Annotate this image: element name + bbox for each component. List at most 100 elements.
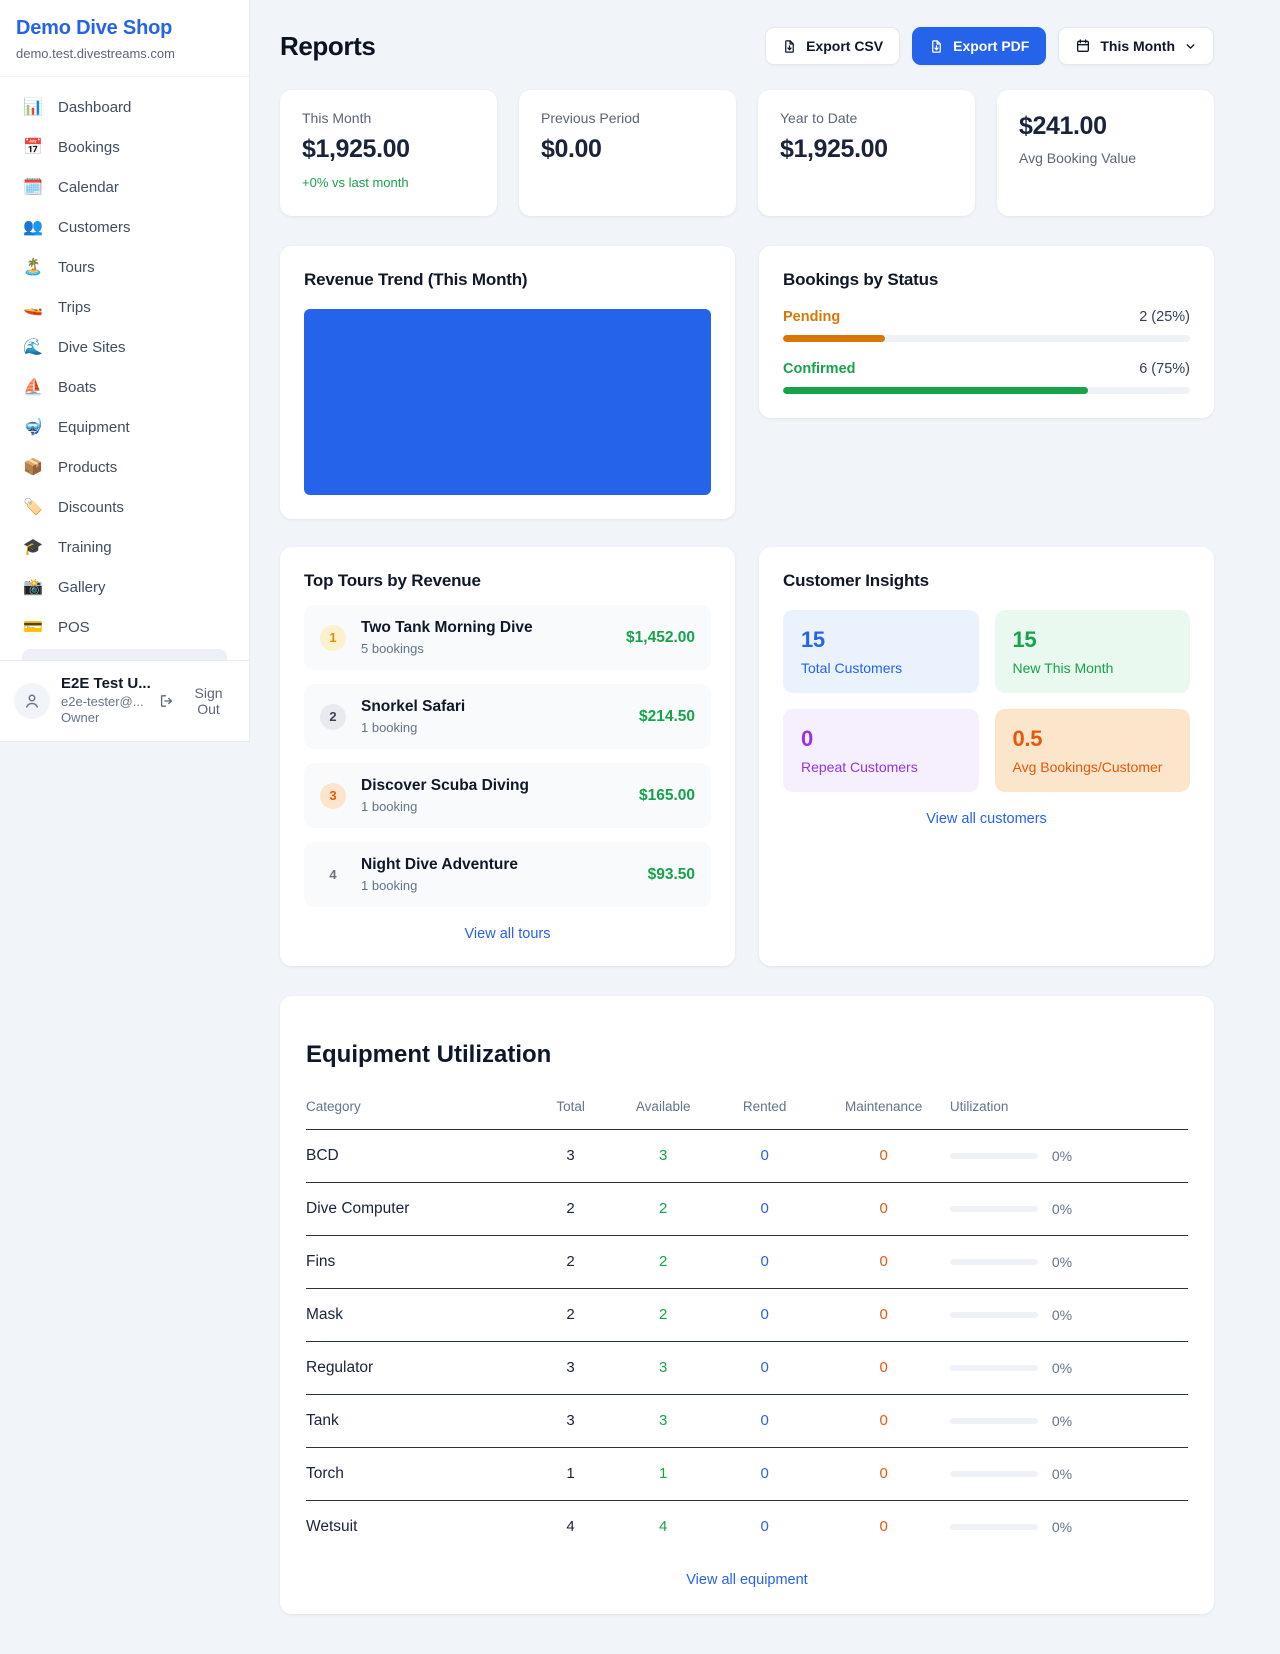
sidebar-item-boats[interactable]: ⛵ Boats [12, 367, 237, 407]
shop-name[interactable]: Demo Dive Shop [16, 17, 233, 40]
cell-rented: 0 [712, 1394, 818, 1447]
cell-available: 4 [615, 1500, 712, 1553]
cell-utilization: 0% [1052, 1466, 1072, 1482]
cell-total: 3 [527, 1394, 615, 1447]
col-utilization: Utilization [950, 1089, 1188, 1130]
cell-utilization: 0% [1052, 1307, 1072, 1323]
stat-card-avg-booking-value: $241.00 Avg Booking Value [997, 90, 1214, 216]
sidebar-item-training[interactable]: 🎓 Training [12, 527, 237, 567]
sidebar-item-dive-sites[interactable]: 🌊 Dive Sites [12, 327, 237, 367]
tour-bookings: 1 booking [361, 799, 529, 814]
cell-category: Regulator [306, 1341, 527, 1394]
export-csv-label: Export CSV [806, 38, 883, 54]
tour-bookings: 1 booking [361, 720, 465, 735]
view-all-tours-link[interactable]: View all tours [304, 926, 711, 942]
tour-row[interactable]: 3 Discover Scuba Diving 1 booking $165.0… [304, 763, 711, 828]
calendar-date-icon: 📅 [22, 137, 44, 157]
sidebar-item-equipment[interactable]: 🤿 Equipment [12, 407, 237, 447]
col-maintenance: Maintenance [818, 1089, 950, 1130]
sidebar-item-products[interactable]: 📦 Products [12, 447, 237, 487]
period-select[interactable]: This Month [1058, 27, 1214, 65]
sidebar-header: Demo Dive Shop demo.test.divestreams.com [0, 0, 249, 77]
cell-rented: 0 [712, 1235, 818, 1288]
cell-total: 1 [527, 1447, 615, 1500]
status-row-confirmed: Confirmed 6 (75%) [783, 361, 1190, 394]
sidebar-nav: 📊 Dashboard 📅 Bookings 🗓️ Calendar 👥 Cus… [0, 77, 249, 660]
revenue-trend-title: Revenue Trend (This Month) [304, 270, 711, 290]
package-icon: 📦 [22, 457, 44, 477]
calendar-icon [1075, 38, 1091, 54]
status-count: 2 (25%) [1139, 309, 1190, 325]
cell-available: 2 [615, 1288, 712, 1341]
tour-revenue: $93.50 [648, 866, 695, 884]
sidebar-item-customers[interactable]: 👥 Customers [12, 207, 237, 247]
bookings-by-status-card: Bookings by Status Pending 2 (25%) Confi… [759, 246, 1214, 418]
period-select-value: This Month [1100, 38, 1175, 54]
tour-bookings: 5 bookings [361, 641, 533, 656]
tour-row[interactable]: 2 Snorkel Safari 1 booking $214.50 [304, 684, 711, 749]
sidebar-item-discounts[interactable]: 🏷️ Discounts [12, 487, 237, 527]
tour-row[interactable]: 1 Two Tank Morning Dive 5 bookings $1,45… [304, 605, 711, 670]
tile-value: 0 [801, 726, 961, 752]
tour-name: Night Dive Adventure [361, 856, 518, 874]
utilization-bar [950, 1524, 1038, 1530]
tile-repeat-customers: 0 Repeat Customers [783, 709, 979, 792]
file-download-icon [782, 39, 797, 54]
stat-value: $1,925.00 [780, 135, 953, 164]
sidebar-item-bookings[interactable]: 📅 Bookings [12, 127, 237, 167]
equipment-table: Category Total Available Rented Maintena… [306, 1089, 1188, 1553]
sidebar-user-panel: E2E Test U... e2e-tester@... Owner Sign … [0, 660, 249, 741]
sidebar-item-gallery[interactable]: 📸 Gallery [12, 567, 237, 607]
col-rented: Rented [712, 1089, 818, 1130]
view-all-equipment-link[interactable]: View all equipment [306, 1572, 1188, 1588]
shop-domain: demo.test.divestreams.com [16, 46, 233, 61]
utilization-bar [950, 1471, 1038, 1477]
sidebar-item-active-partial[interactable] [22, 649, 227, 660]
stat-card-this-month: This Month $1,925.00 +0% vs last month [280, 90, 497, 216]
camera-icon: 📸 [22, 577, 44, 597]
tour-revenue: $214.50 [639, 708, 695, 726]
cell-total: 2 [527, 1288, 615, 1341]
tour-row[interactable]: 4 Night Dive Adventure 1 booking $93.50 [304, 842, 711, 907]
utilization-bar [950, 1259, 1038, 1265]
export-pdf-button[interactable]: Export PDF [912, 27, 1046, 65]
page-header: Reports Export CSV [280, 27, 1214, 65]
equipment-utilization-card: Equipment Utilization Category Total Ava… [280, 996, 1214, 1614]
sidebar-item-dashboard[interactable]: 📊 Dashboard [12, 87, 237, 127]
cell-total: 4 [527, 1500, 615, 1553]
cell-rented: 0 [712, 1500, 818, 1553]
stat-value: $0.00 [541, 135, 714, 164]
cell-available: 1 [615, 1447, 712, 1500]
status-label: Confirmed [783, 361, 856, 377]
cell-rented: 0 [712, 1341, 818, 1394]
sign-out-label: Sign Out [182, 685, 235, 717]
tile-value: 15 [801, 627, 961, 653]
sidebar-item-calendar[interactable]: 🗓️ Calendar [12, 167, 237, 207]
export-csv-button[interactable]: Export CSV [765, 27, 900, 65]
cell-total: 3 [527, 1341, 615, 1394]
cell-maintenance: 0 [818, 1500, 950, 1553]
cell-maintenance: 0 [818, 1394, 950, 1447]
diving-mask-icon: 🤿 [22, 417, 44, 437]
cell-total: 2 [527, 1235, 615, 1288]
view-all-customers-link[interactable]: View all customers [783, 811, 1190, 827]
island-icon: 🏝️ [22, 257, 44, 277]
stat-cards: This Month $1,925.00 +0% vs last month P… [280, 90, 1214, 216]
sign-out-button[interactable]: Sign Out [159, 685, 235, 717]
charts-row: Revenue Trend (This Month) Bookings by S… [280, 246, 1214, 519]
avatar [14, 683, 50, 719]
rank-badge: 2 [320, 704, 346, 730]
sidebar-item-label: Dashboard [58, 99, 131, 116]
sidebar-item-pos[interactable]: 💳 POS [12, 607, 237, 647]
cell-category: Wetsuit [306, 1500, 527, 1553]
status-label: Pending [783, 309, 840, 325]
tile-avg-bookings-customer: 0.5 Avg Bookings/Customer [995, 709, 1191, 792]
sidebar-item-trips[interactable]: 🚤 Trips [12, 287, 237, 327]
tile-total-customers: 15 Total Customers [783, 610, 979, 693]
sidebar-item-label: Customers [58, 219, 131, 236]
user-name: E2E Test U... [61, 674, 148, 694]
stat-label: Previous Period [541, 110, 714, 126]
cell-category: BCD [306, 1129, 527, 1182]
top-tours-card: Top Tours by Revenue 1 Two Tank Morning … [280, 547, 735, 966]
sidebar-item-tours[interactable]: 🏝️ Tours [12, 247, 237, 287]
